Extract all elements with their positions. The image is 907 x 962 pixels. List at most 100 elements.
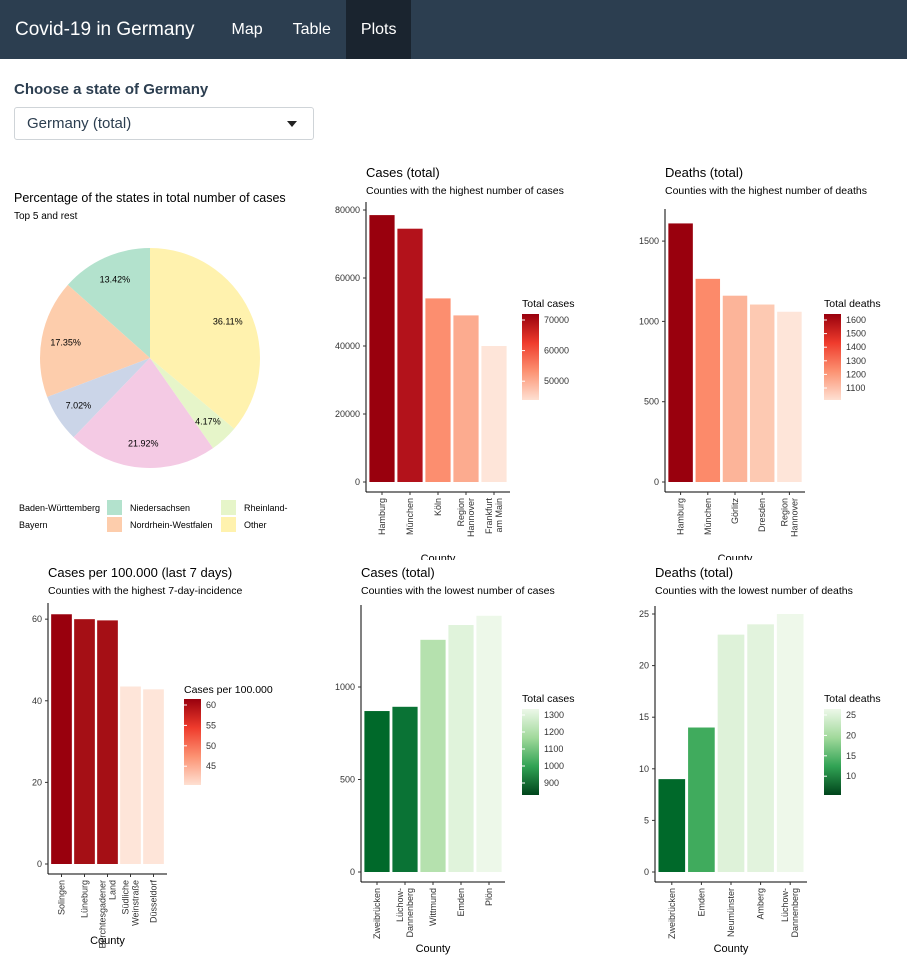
bar	[777, 311, 802, 482]
bar	[722, 295, 748, 482]
chart-subtitle: Counties with the highest number of case…	[366, 185, 564, 197]
x-tick-label: Hannover	[466, 498, 476, 537]
chart-subtitle: Top 5 and rest	[14, 211, 78, 222]
legend-title: Total deaths	[824, 298, 881, 310]
slice-label: 13.42%	[100, 275, 131, 285]
y-tick-label: 1500	[639, 236, 659, 246]
bar	[668, 223, 693, 482]
chart-title: Percentage of the states in total number…	[14, 191, 286, 205]
legend-key	[107, 500, 122, 515]
legend-tick-label: 10	[846, 771, 856, 781]
chart-deaths-lowest: Deaths (total) Counties with the lowest n…	[639, 565, 881, 955]
y-tick-label: 0	[355, 477, 360, 487]
legend-tick-label: 50000	[544, 376, 569, 386]
x-axis-title: County	[90, 935, 125, 947]
x-tick-label: Dannenberg	[790, 888, 800, 938]
legend-tick-label: 1600	[846, 315, 866, 325]
legend-title: Cases per 100.000	[184, 684, 273, 696]
chart-title: Cases per 100.000 (last 7 days)	[48, 565, 232, 580]
bar	[717, 634, 745, 872]
x-tick-label: Weinstraße	[131, 880, 141, 926]
legend-key	[221, 500, 236, 515]
chevron-down-icon	[287, 121, 297, 127]
legend-tick-label: 60	[206, 700, 216, 710]
legend-tick-label: 1300	[846, 356, 866, 366]
legend-color-bar	[184, 699, 201, 785]
y-tick-label: 0	[37, 859, 42, 869]
legend-tick-label: 1100	[846, 383, 865, 393]
bar	[448, 625, 474, 872]
legend-title: Total cases	[522, 693, 575, 705]
x-tick-label: Emden	[456, 888, 466, 917]
navbar: Covid-19 in Germany Map Table Plots	[0, 0, 907, 59]
x-axis-title: County	[714, 943, 749, 955]
y-tick-label: 25	[639, 609, 649, 619]
x-tick-label: München	[703, 498, 713, 535]
state-select[interactable]: Germany (total)	[14, 107, 314, 140]
brand-title[interactable]: Covid-19 in Germany	[0, 0, 210, 59]
x-axis-title: County	[718, 553, 753, 560]
legend-label: Niedersachsen	[130, 503, 190, 513]
y-tick-label: 500	[644, 397, 659, 407]
x-axis-title: County	[416, 943, 451, 955]
x-tick-label: Zweibrücken	[667, 888, 677, 939]
bar	[688, 727, 715, 872]
x-tick-label: Region	[456, 498, 466, 527]
legend-tick-label: 50	[206, 741, 216, 751]
legend-tick-label: 70000	[544, 315, 569, 325]
pie-chart-states: Percentage of the states in total number…	[14, 191, 288, 532]
legend-label: Baden-Württemberg	[19, 503, 100, 513]
bar	[453, 315, 479, 482]
y-tick-label: 1000	[639, 316, 659, 326]
tab-plots[interactable]: Plots	[345, 0, 412, 59]
bar	[392, 706, 418, 872]
x-tick-label: Wittmund	[428, 888, 438, 926]
bar	[51, 614, 72, 864]
legend-label: Other	[244, 520, 267, 530]
slice-label: 17.35%	[50, 337, 81, 347]
chart-subtitle: Counties with the lowest number of death…	[655, 585, 853, 597]
bar	[749, 304, 775, 482]
x-tick-label: am Main	[494, 498, 504, 533]
chart-subtitle: Counties with the lowest number of cases	[361, 585, 555, 597]
chart-title: Deaths (total)	[665, 165, 743, 180]
legend-label: Nordrhein-Westfalen	[130, 520, 212, 530]
bar	[120, 686, 141, 864]
x-tick-label: Plön	[484, 888, 494, 906]
tab-map[interactable]: Map	[217, 0, 278, 59]
chart-title: Deaths (total)	[655, 565, 733, 580]
legend-title: Total deaths	[824, 693, 881, 705]
chart-subtitle: Counties with the highest 7-day-incidenc…	[48, 585, 243, 597]
chart-title: Cases (total)	[361, 565, 435, 580]
state-select-value: Germany (total)	[27, 115, 132, 132]
legend-tick-label: 1200	[544, 727, 564, 737]
bar	[397, 228, 423, 482]
legend-color-bar	[824, 709, 841, 795]
x-tick-label: Emden	[696, 888, 706, 917]
y-tick-label: 0	[644, 867, 649, 877]
y-tick-label: 0	[350, 867, 355, 877]
legend-tick-label: 25	[846, 710, 856, 720]
y-tick-label: 10	[639, 764, 649, 774]
tab-table[interactable]: Table	[278, 0, 346, 59]
bar	[143, 689, 164, 864]
x-tick-label: Köln	[433, 498, 443, 516]
bar	[369, 215, 395, 482]
legend-tick-label: 1000	[544, 761, 564, 771]
x-tick-label: Solingen	[57, 880, 67, 915]
legend-tick-label: 55	[206, 720, 216, 730]
y-tick-label: 40000	[335, 341, 360, 351]
x-tick-label: Lüchow-	[395, 888, 405, 922]
x-axis-title: County	[421, 553, 456, 560]
slice-label: 36.11%	[213, 317, 243, 327]
bar	[695, 278, 721, 482]
slice-label: 21.92%	[128, 439, 159, 449]
x-tick-label: Neumünster	[726, 888, 736, 937]
legend-tick-label: 1200	[846, 369, 866, 379]
y-tick-label: 60000	[335, 273, 360, 283]
bar	[776, 614, 804, 872]
x-tick-label: Lüchow-	[780, 888, 790, 922]
y-tick-label: 1000	[335, 682, 355, 692]
x-tick-label: Südliche	[121, 880, 131, 915]
y-tick-label: 20	[32, 777, 42, 787]
